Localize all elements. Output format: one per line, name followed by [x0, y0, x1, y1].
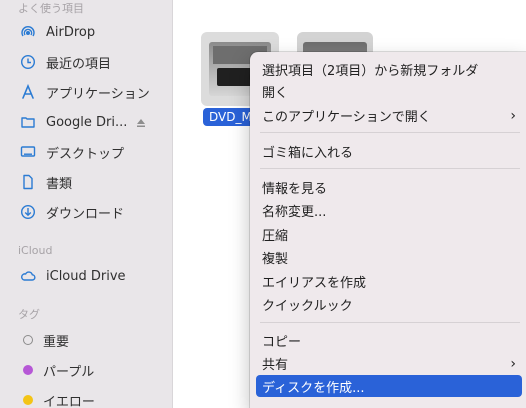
sidebar-item-label: 重要 [43, 334, 70, 350]
download-icon [20, 204, 36, 220]
menu-item-label: 開く [262, 85, 289, 101]
apps-icon [20, 84, 36, 100]
menu-separator [260, 132, 520, 133]
sidebar-tag-yellow[interactable]: イエロー [20, 389, 170, 408]
menu-item-label: 選択項目（2項目）から新規フォルダ [262, 63, 479, 79]
menu-item-share[interactable]: 共有 › [256, 352, 522, 374]
favorites-section-title: よく使う項目 [18, 2, 84, 15]
menu-item-label: エイリアスを作成 [262, 275, 367, 291]
sidebar-item-applications[interactable]: アプリケーション [20, 81, 170, 103]
finder-sidebar: よく使う項目 AirDrop 最近の項目 アプリケーション Google Dri… [0, 0, 173, 408]
menu-item-label: このアプリケーションで開く [262, 109, 431, 125]
sidebar-item-desktop[interactable]: デスクトップ [20, 141, 170, 163]
airdrop-icon [20, 24, 36, 40]
sidebar-item-label: デスクトップ [46, 146, 125, 162]
sidebar-item-downloads[interactable]: ダウンロード [20, 201, 170, 223]
menu-item-make-alias[interactable]: エイリアスを作成 [256, 270, 522, 292]
sidebar-tag-purple[interactable]: パープル [20, 359, 170, 381]
desktop-icon [20, 144, 36, 160]
menu-item-copy[interactable]: コピー [256, 329, 522, 351]
folder-icon [20, 114, 36, 130]
context-menu: 選択項目（2項目）から新規フォルダ 開く このアプリケーションで開く › ゴミ箱… [250, 52, 526, 408]
sidebar-item-label: AirDrop [46, 24, 96, 40]
menu-item-label: 名称変更... [262, 204, 327, 220]
sidebar-item-label: Google Dri... [46, 114, 128, 130]
menu-item-get-info[interactable]: 情報を見る [256, 176, 522, 198]
clock-icon [20, 54, 36, 70]
sidebar-item-label: iCloud Drive [46, 268, 126, 284]
sidebar-item-google-drive[interactable]: Google Dri... [20, 111, 170, 133]
sidebar-item-airdrop[interactable]: AirDrop [20, 21, 170, 43]
document-icon [20, 174, 36, 190]
menu-separator [260, 322, 520, 323]
menu-item-new-folder-with-selection[interactable]: 選択項目（2項目）から新規フォルダ [256, 58, 522, 80]
menu-item-burn-disc[interactable]: ディスクを作成... [256, 375, 522, 397]
menu-item-label: 複製 [262, 251, 289, 267]
sidebar-item-label: アプリケーション [46, 86, 150, 102]
menu-item-label: コピー [262, 334, 302, 350]
menu-item-open[interactable]: 開く [256, 80, 522, 102]
menu-item-label: クイックルック [262, 298, 353, 314]
tag-purple-dot-icon [23, 365, 33, 375]
menu-item-quick-look[interactable]: クイックルック [256, 293, 522, 315]
menu-separator [260, 168, 520, 169]
menu-item-rename[interactable]: 名称変更... [256, 199, 522, 221]
tags-section-title: タグ [18, 308, 40, 321]
menu-item-compress[interactable]: 圧縮 [256, 223, 522, 245]
menu-item-open-with[interactable]: このアプリケーションで開く › [256, 104, 522, 126]
sidebar-item-icloud-drive[interactable]: iCloud Drive [20, 265, 170, 287]
menu-item-label: 情報を見る [262, 181, 328, 197]
menu-item-label: ゴミ箱に入れる [262, 145, 354, 161]
menu-item-duplicate[interactable]: 複製 [256, 246, 522, 268]
sidebar-item-documents[interactable]: 書類 [20, 171, 170, 193]
cloud-icon [20, 268, 36, 284]
sidebar-tag-important[interactable]: 重要 [20, 329, 170, 351]
menu-item-label: 共有 [262, 357, 289, 373]
sidebar-item-label: 書類 [46, 176, 73, 192]
eject-icon[interactable] [136, 117, 146, 127]
chevron-right-icon: › [510, 356, 516, 372]
menu-item-move-to-trash[interactable]: ゴミ箱に入れる [256, 140, 522, 162]
sidebar-item-recents[interactable]: 最近の項目 [20, 51, 170, 73]
tag-gray-circle-icon [23, 335, 33, 345]
menu-item-label: ディスクを作成... [262, 380, 365, 396]
sidebar-item-label: パープル [43, 364, 95, 380]
tag-yellow-dot-icon [23, 395, 33, 405]
chevron-right-icon: › [510, 108, 516, 124]
menu-item-label: 圧縮 [262, 228, 289, 244]
sidebar-item-label: イエロー [43, 394, 95, 408]
icloud-section-title: iCloud [18, 244, 53, 257]
sidebar-item-label: 最近の項目 [46, 56, 112, 72]
sidebar-item-label: ダウンロード [46, 206, 125, 222]
